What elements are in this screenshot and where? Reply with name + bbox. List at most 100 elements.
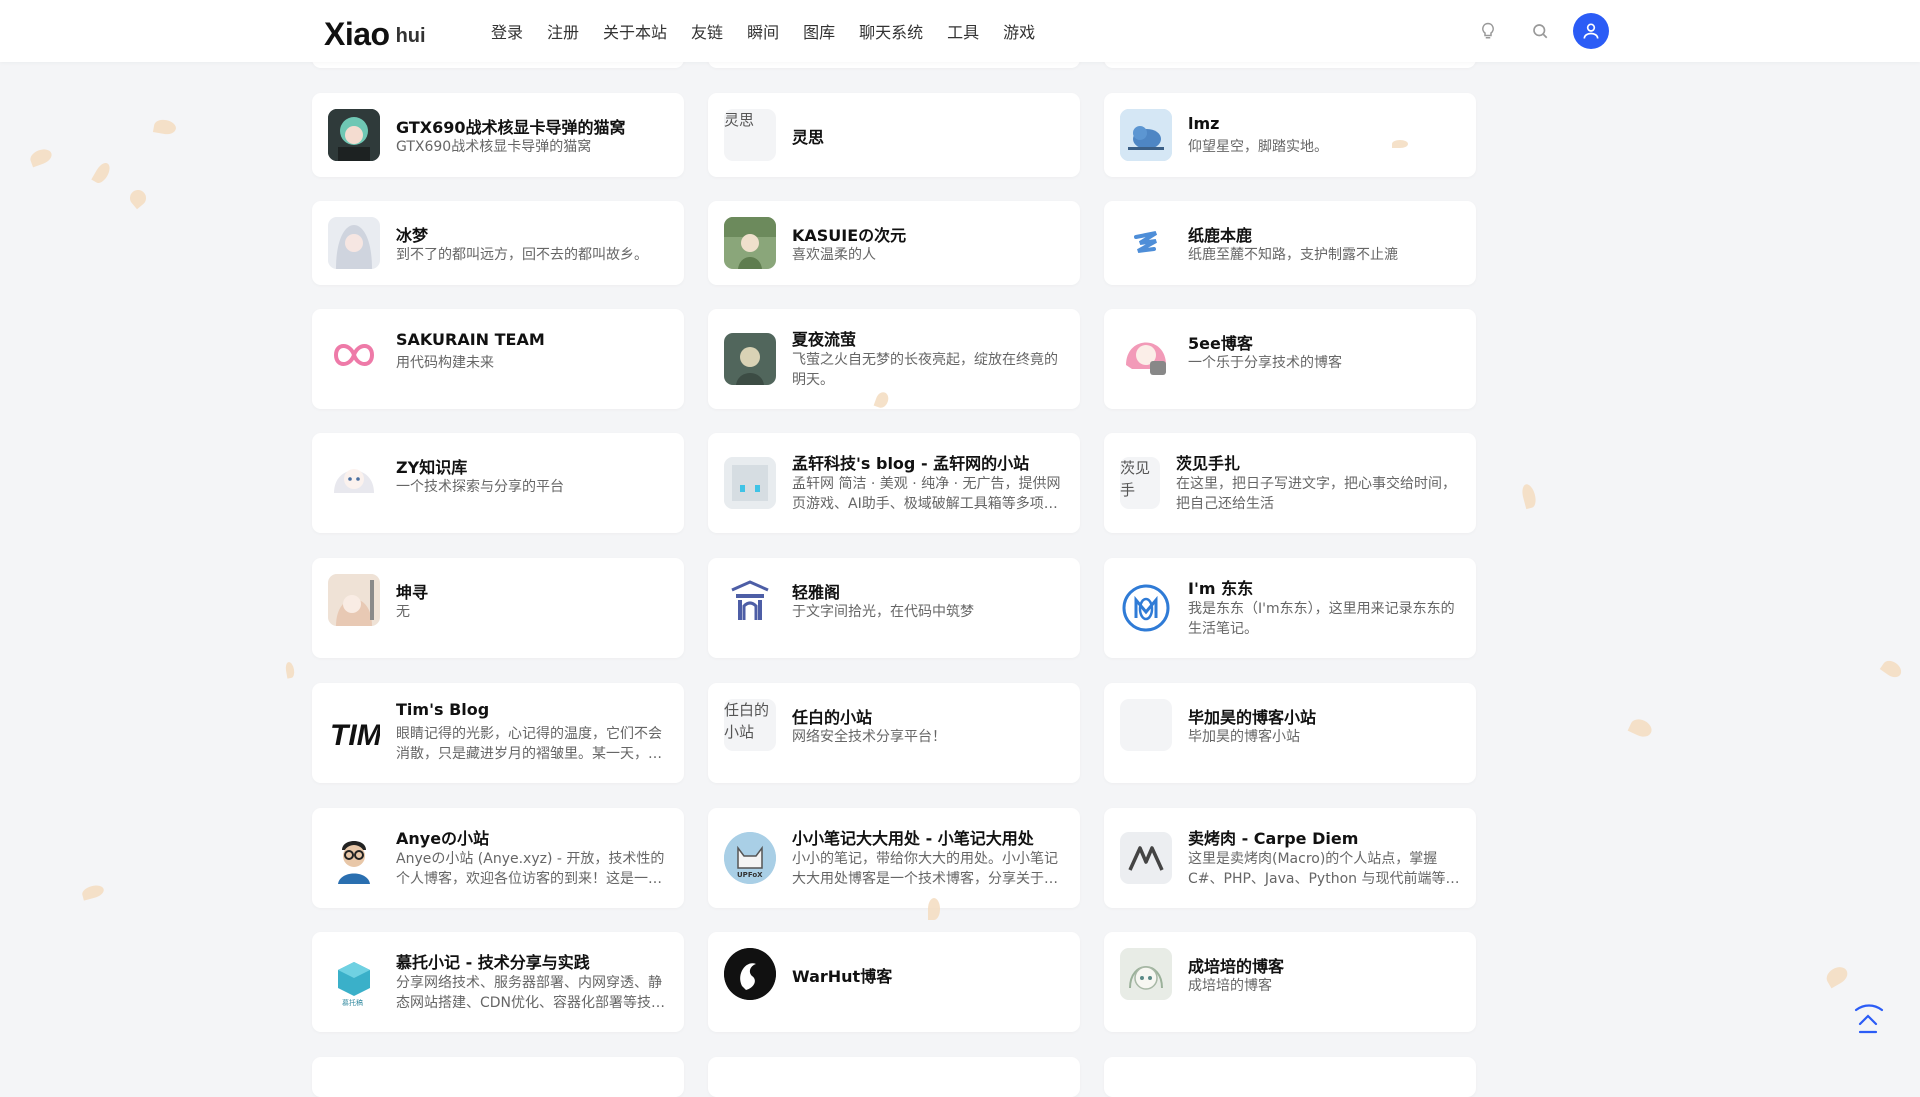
site-header: Xiao hui 登录 注册 关于本站 友链 瞬间 图库 聊天系统 工具 游戏 bbox=[0, 0, 1920, 62]
card-title: 孟轩科技's blog - 孟轩网的小站 bbox=[792, 454, 1030, 473]
card-title: 茨见手扎 bbox=[1176, 454, 1241, 473]
petal-decoration-icon bbox=[928, 898, 940, 920]
broken-image-icon: 灵思 bbox=[724, 109, 776, 161]
anime-girl-avatar-icon bbox=[328, 109, 380, 161]
friend-card[interactable]: SAKURAIN TEAM 用代码构建未来 bbox=[312, 309, 684, 409]
card-title: 冰梦 bbox=[396, 226, 429, 245]
card-description: 飞萤之火自无梦的长夜亮起，绽放在终竟的明天。 bbox=[792, 352, 1058, 388]
tim-logo-icon: TIM bbox=[328, 707, 380, 759]
friend-card[interactable]: 5ee博客 一个乐于分享技术的博客 bbox=[1104, 309, 1476, 409]
svg-text:UPFoX: UPFoX bbox=[737, 871, 763, 879]
friend-card-partial[interactable] bbox=[1104, 1057, 1476, 1097]
sketch-avatar-icon bbox=[1120, 948, 1172, 1000]
card-description: 分享网络技术、服务器部署、内网穿透、静态网站搭建、CDN优化、容器化部署等技术实… bbox=[396, 975, 666, 1011]
petal-decoration-icon bbox=[1879, 657, 1905, 681]
card-description: 小小的笔记，带给你大大的用处。小小笔记大大用处博客是一个技术博客，分享关于编程的 bbox=[792, 851, 1058, 887]
logo-sub-text: hui bbox=[395, 25, 426, 47]
theme-toggle-icon[interactable] bbox=[1476, 19, 1500, 43]
back-to-top-icon[interactable] bbox=[1850, 1002, 1886, 1038]
card-title: Tim's Blog bbox=[396, 700, 490, 719]
bird-circle-logo-icon bbox=[724, 948, 776, 1000]
friend-card-partial[interactable] bbox=[312, 1057, 684, 1097]
blue-circle-logo-icon bbox=[1120, 582, 1172, 634]
image-alt-text: 灵思 bbox=[724, 111, 755, 129]
green-girl-avatar-icon bbox=[724, 217, 776, 269]
card-description: 用代码构建未来 bbox=[396, 355, 494, 371]
card-title: 夏夜流萤 bbox=[792, 330, 857, 349]
pavilion-logo-icon bbox=[724, 574, 776, 626]
friend-card[interactable]: 冰梦 到不了的都叫远方，回不去的都叫故乡。 bbox=[312, 201, 684, 285]
friend-card[interactable]: 纸鹿本鹿 纸鹿至麓不知路，支护制露不止漉 bbox=[1104, 201, 1476, 285]
nav-friend-links[interactable]: 友链 bbox=[691, 19, 723, 43]
nav-moments[interactable]: 瞬间 bbox=[747, 19, 779, 43]
petal-decoration-icon bbox=[284, 661, 296, 679]
firefly-avatar-icon bbox=[724, 333, 776, 385]
friend-card[interactable]: 卖烤肉 - Carpe Diem 这里是卖烤肉(Macro)的个人站点，掌握 C… bbox=[1104, 808, 1476, 908]
card-description: 无 bbox=[396, 604, 410, 620]
card-title: 坤寻 bbox=[396, 583, 429, 602]
beige-anime-avatar-icon bbox=[328, 574, 380, 626]
friend-card[interactable]: 轻雅阁 于文字间拾光，在代码中筑梦 bbox=[708, 558, 1080, 658]
friend-card[interactable]: WarHut博客 bbox=[708, 932, 1080, 1032]
card-description: 孟轩网 简洁 · 美观 · 纯净 · 无广告，提供网页游戏、AI助手、极域破解工… bbox=[792, 476, 1061, 512]
petal-decoration-icon bbox=[152, 118, 178, 136]
petal-decoration-icon bbox=[1520, 482, 1538, 510]
card-title: 卖烤肉 - Carpe Diem bbox=[1188, 829, 1359, 848]
friend-card[interactable]: 成培培的博客 成培培的博客 bbox=[1104, 932, 1476, 1032]
card-title: KASUIEの次元 bbox=[792, 226, 907, 245]
glasses-man-avatar-icon bbox=[328, 832, 380, 884]
friend-card[interactable]: 慕托稿 慕托小记 - 技术分享与实践 分享网络技术、服务器部署、内网穿透、静态网… bbox=[312, 932, 684, 1032]
card-title: SAKURAIN TEAM bbox=[396, 330, 545, 349]
svg-text:TIM: TIM bbox=[330, 719, 380, 752]
card-title: 任白的小站 bbox=[792, 708, 873, 727]
nav-games[interactable]: 游戏 bbox=[1003, 19, 1035, 43]
petal-decoration-icon bbox=[80, 883, 106, 901]
card-description: 网络安全技术分享平台！ bbox=[792, 729, 946, 745]
pixel-face-avatar-icon bbox=[724, 457, 776, 509]
card-title: 成培培的博客 bbox=[1188, 957, 1285, 976]
friend-card[interactable]: 任白的小站 任白的小站 网络安全技术分享平台！ bbox=[708, 683, 1080, 783]
nav-tools[interactable]: 工具 bbox=[947, 19, 979, 43]
friend-card-partial[interactable] bbox=[708, 1057, 1080, 1097]
nav-login[interactable]: 登录 bbox=[491, 19, 523, 43]
petal-decoration-icon bbox=[91, 160, 113, 186]
friend-card[interactable]: 坤寻 无 bbox=[312, 558, 684, 658]
petal-decoration-icon bbox=[126, 186, 150, 210]
main-nav: 登录 注册 关于本站 友链 瞬间 图库 聊天系统 工具 游戏 bbox=[491, 0, 1059, 62]
nav-chat-system[interactable]: 聊天系统 bbox=[859, 19, 923, 43]
card-description: 喜欢温柔的人 bbox=[792, 247, 876, 263]
site-logo[interactable]: Xiao hui bbox=[324, 8, 426, 54]
card-description: 到不了的都叫远方，回不去的都叫故乡。 bbox=[396, 247, 648, 263]
card-title: ZY知识库 bbox=[396, 458, 468, 477]
nav-register[interactable]: 注册 bbox=[547, 19, 579, 43]
upfox-avatar-icon: UPFoX bbox=[724, 832, 776, 884]
nav-about[interactable]: 关于本站 bbox=[603, 19, 667, 43]
friend-card[interactable]: KASUIEの次元 喜欢温柔的人 bbox=[708, 201, 1080, 285]
cube-logo-icon: 慕托稿 bbox=[328, 956, 380, 1008]
friend-card[interactable]: TIM Tim's Blog 眼睛记得的光影，心记得的温度，它们不会消散，只是藏… bbox=[312, 683, 684, 783]
friend-card[interactable]: lmz 仰望星空，脚踏实地。 bbox=[1104, 93, 1476, 177]
search-icon[interactable] bbox=[1528, 19, 1552, 43]
card-title: WarHut博客 bbox=[792, 967, 893, 986]
nav-gallery[interactable]: 图库 bbox=[803, 19, 835, 43]
white-anime-avatar-icon bbox=[328, 449, 380, 501]
user-avatar-button[interactable] bbox=[1573, 13, 1609, 49]
card-description: GTX690战术核显卡导弹的猫窝 bbox=[396, 139, 592, 155]
friend-card[interactable]: ZY知识库 一个技术探索与分享的平台 bbox=[312, 433, 684, 533]
friend-card[interactable]: GTX690战术核显卡导弹的猫窝 GTX690战术核显卡导弹的猫窝 bbox=[312, 93, 684, 177]
card-description: 一个乐于分享技术的博客 bbox=[1188, 355, 1342, 371]
svg-text:慕托稿: 慕托稿 bbox=[342, 998, 363, 1007]
card-title: 灵思 bbox=[792, 128, 825, 147]
friend-card[interactable]: I'm 东东 我是东东（I'm东东），这里用来记录东东的生活笔记。 bbox=[1104, 558, 1476, 658]
friend-card[interactable]: Anyeの小站 Anyeの小站 (Anye.xyz) - 开放，技术性的个人博客… bbox=[312, 808, 684, 908]
card-description: 毕加昊的博客小站 bbox=[1188, 729, 1300, 745]
friend-card[interactable]: 毕加昊的博客小站 毕加昊的博客小站 bbox=[1104, 683, 1476, 783]
friend-card[interactable]: 孟轩科技's blog - 孟轩网的小站 孟轩网 简洁 · 美观 · 纯净 · … bbox=[708, 433, 1080, 533]
friend-card[interactable]: 茨见手 茨见手扎 在这里，把日子写进文字，把心事交给时间，把自己还给生活 bbox=[1104, 433, 1476, 533]
friend-card[interactable]: 灵思 灵思 bbox=[708, 93, 1080, 177]
friend-card[interactable]: UPFoX 小小笔记大大用处 - 小笔记大用处 小小的笔记，带给你大大的用处。小… bbox=[708, 808, 1080, 908]
logo-main-text: Xiao bbox=[324, 16, 390, 52]
card-description: 眼睛记得的光影，心记得的温度，它们不会消散，只是藏进岁月的褶皱里。某一天，偶然翻… bbox=[396, 726, 662, 762]
card-title: 5ee博客 bbox=[1188, 334, 1253, 353]
friend-card[interactable]: 夏夜流萤 飞萤之火自无梦的长夜亮起，绽放在终竟的明天。 bbox=[708, 309, 1080, 409]
